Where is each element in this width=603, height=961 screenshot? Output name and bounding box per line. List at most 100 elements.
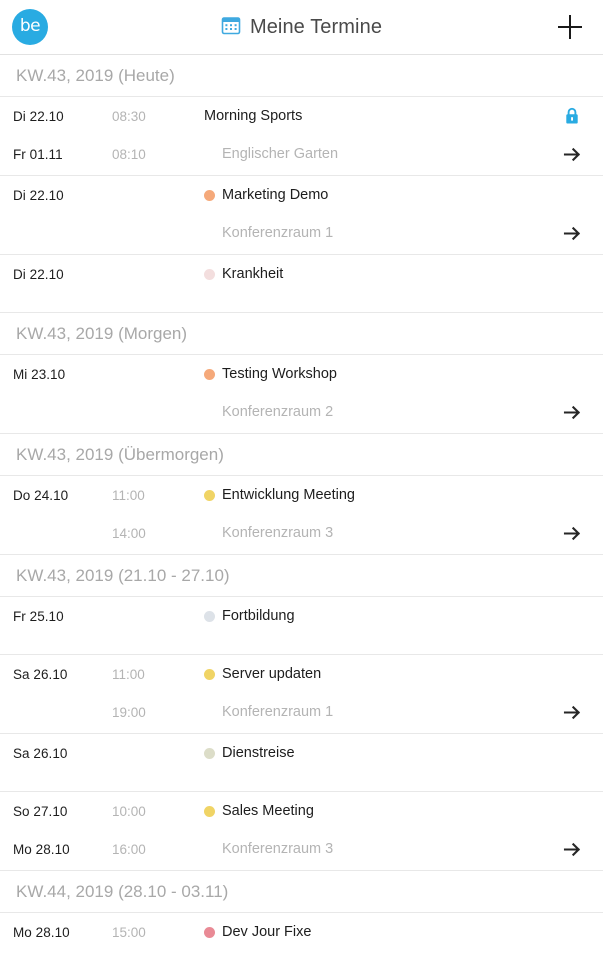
arrow-icon[interactable] [541, 393, 603, 431]
brand-logo[interactable]: be [12, 9, 48, 45]
appointment-location-cell: Konferenzraum 3 [204, 525, 541, 541]
appointment-start-time: 15:00 [112, 924, 146, 940]
appointment-location-cell: Englischer Garten [204, 146, 541, 162]
appointment-start-time: 11:00 [112, 666, 145, 682]
appointment-primary-line: Di 22.10 Krankheit [0, 255, 603, 293]
app-header: be Meine Termine [0, 0, 603, 55]
appointment-row[interactable]: Mi 23.10 Testing Workshop Konferenzraum 2 [0, 355, 603, 434]
arrow-icon[interactable] [541, 514, 603, 552]
appointment-date: Sa 26.10 [13, 666, 68, 682]
appointment-title-cell: Dienstreise [204, 745, 541, 761]
group-header-label: KW.43, 2019 (21.10 - 27.10) [16, 565, 230, 585]
appointment-location: Englischer Garten [222, 146, 339, 162]
calendar-icon [221, 15, 241, 40]
appointment-date: Di 22.10 [13, 187, 64, 203]
category-color-dot [204, 268, 215, 280]
appointment-title-cell: Dev Jour Fixe [204, 924, 541, 940]
arrow-icon[interactable] [541, 693, 603, 731]
arrow-icon[interactable] [541, 214, 603, 252]
calendar-app: be Meine Termine KW.43, 2019 (Heute) Di … [0, 0, 603, 961]
appointment-date: Di 22.10 [13, 108, 64, 124]
arrow-right-glyph [563, 526, 580, 540]
appointment-primary-line: Mo 28.10 15:00 Dev Jour Fixe [0, 913, 603, 951]
category-color-dot [204, 805, 215, 817]
appointment-date: Do 24.10 [13, 487, 69, 503]
appointment-list[interactable]: KW.43, 2019 (Heute) Di 22.10 08:30 Morning … [0, 55, 603, 961]
appointment-title-cell: Testing Workshop [204, 366, 541, 382]
appointment-row[interactable]: Fr 25.10 Fortbildung [0, 597, 603, 655]
add-appointment-button[interactable] [553, 10, 587, 44]
appointment-end-date: Fr 01.11 [13, 146, 63, 162]
appointment-title: Entwicklung Meeting [222, 487, 355, 503]
appointment-location: Konferenzraum 1 [222, 225, 334, 241]
appointment-secondary-line: Konferenzraum 1 [0, 214, 603, 252]
appointment-primary-line: So 27.10 10:00 Sales Meeting [0, 792, 603, 830]
group-header: KW.43, 2019 (Morgen) [0, 313, 603, 355]
appointment-title: Dienstreise [222, 745, 295, 761]
appointment-end-time: 16:00 [112, 841, 146, 857]
category-color-dot [204, 368, 215, 380]
appointment-row[interactable]: So 27.10 10:00 Sales Meeting Mo 28.10 16:00 K… [0, 792, 603, 871]
appointment-title: Fortbildung [222, 608, 295, 624]
lock-glyph [566, 107, 578, 124]
appointment-title-cell: Server updaten [204, 666, 541, 682]
appointment-row[interactable]: Di 22.10 Krankheit [0, 255, 603, 313]
appointment-location: Konferenzraum 3 [222, 841, 334, 857]
appointment-primary-line: Do 24.10 11:00 Entwicklung Meeting [0, 476, 603, 514]
appointment-primary-line: Sa 26.10 11:00 Server updaten [0, 655, 603, 693]
category-color-dot [204, 610, 215, 622]
group-header-label: KW.43, 2019 (Heute) [16, 65, 175, 85]
appointment-primary-line: Di 22.10 08:30 Morning Sports [0, 97, 603, 135]
appointment-row[interactable]: Di 22.10 08:30 Morning Sports Fr 01.11 08:10… [0, 97, 603, 176]
appointment-location-cell: Konferenzraum 3 [204, 841, 541, 857]
appointment-secondary-line: Konferenzraum 2 [0, 393, 603, 431]
appointment-start-time: 08:30 [112, 108, 146, 124]
page-title: Meine Termine [249, 15, 383, 38]
appointment-secondary-line: 14:00 Konferenzraum 3 [0, 514, 603, 552]
arrow-icon[interactable] [541, 135, 603, 173]
appointment-title: Server updaten [222, 666, 322, 682]
category-color-dot [204, 189, 215, 201]
arrow-right-glyph [563, 842, 580, 856]
appointment-location-cell: Konferenzraum 1 [204, 704, 541, 720]
category-color-dot [204, 747, 215, 759]
group-header-label: KW.43, 2019 (Übermorgen) [16, 444, 224, 464]
appointment-date: So 27.10 [13, 803, 68, 819]
appointment-date: Fr 25.10 [13, 608, 64, 624]
category-color-dot [204, 489, 215, 501]
appointment-location: Konferenzraum 2 [222, 404, 334, 420]
group-header: KW.43, 2019 (21.10 - 27.10) [0, 555, 603, 597]
appointment-start-time: 11:00 [112, 487, 145, 503]
appointment-location-cell: Konferenzraum 2 [204, 404, 541, 420]
appointment-title: Krankheit [222, 266, 284, 282]
arrow-icon[interactable] [541, 830, 603, 868]
group-header: KW.43, 2019 (Übermorgen) [0, 434, 603, 476]
appointment-secondary-line: Fr 01.11 08:10 Englischer Garten [0, 135, 603, 173]
appointment-primary-line: Di 22.10 Marketing Demo [0, 176, 603, 214]
arrow-right-glyph [563, 705, 580, 719]
group-header: KW.43, 2019 (Heute) [0, 55, 603, 97]
appointment-row[interactable]: Sa 26.10 Dienstreise [0, 734, 603, 792]
brand-logo-text: be [19, 15, 41, 36]
appointment-row[interactable]: Mo 28.10 15:00 Dev Jour Fixe [0, 913, 603, 961]
appointment-title-cell: Morning Sports [204, 108, 541, 124]
appointment-row[interactable]: Di 22.10 Marketing Demo Konferenzraum 1 [0, 176, 603, 255]
appointment-row[interactable]: Sa 26.10 11:00 Server updaten 19:00 Konferen… [0, 655, 603, 734]
appointment-title: Marketing Demo [222, 187, 329, 203]
appointment-date: Mi 23.10 [13, 366, 66, 382]
plus-icon [558, 15, 582, 39]
group-header-label: KW.44, 2019 (28.10 - 03.11) [16, 881, 229, 901]
appointment-location-cell: Konferenzraum 1 [204, 225, 541, 241]
arrow-right-glyph [563, 226, 580, 240]
appointment-title-cell: Fortbildung [204, 608, 541, 624]
appointment-primary-line: Mi 23.10 Testing Workshop [0, 355, 603, 393]
appointment-title-cell: Marketing Demo [204, 187, 541, 203]
appointment-end-time: 08:10 [112, 146, 146, 162]
arrow-right-glyph [563, 147, 580, 161]
appointment-title-cell: Sales Meeting [204, 803, 541, 819]
appointment-start-time: 10:00 [112, 803, 146, 819]
lock-icon[interactable] [541, 97, 603, 135]
appointment-title: Dev Jour Fixe [222, 924, 312, 940]
appointment-end-time: 19:00 [112, 704, 146, 720]
appointment-row[interactable]: Do 24.10 11:00 Entwicklung Meeting 14:00 Kon… [0, 476, 603, 555]
